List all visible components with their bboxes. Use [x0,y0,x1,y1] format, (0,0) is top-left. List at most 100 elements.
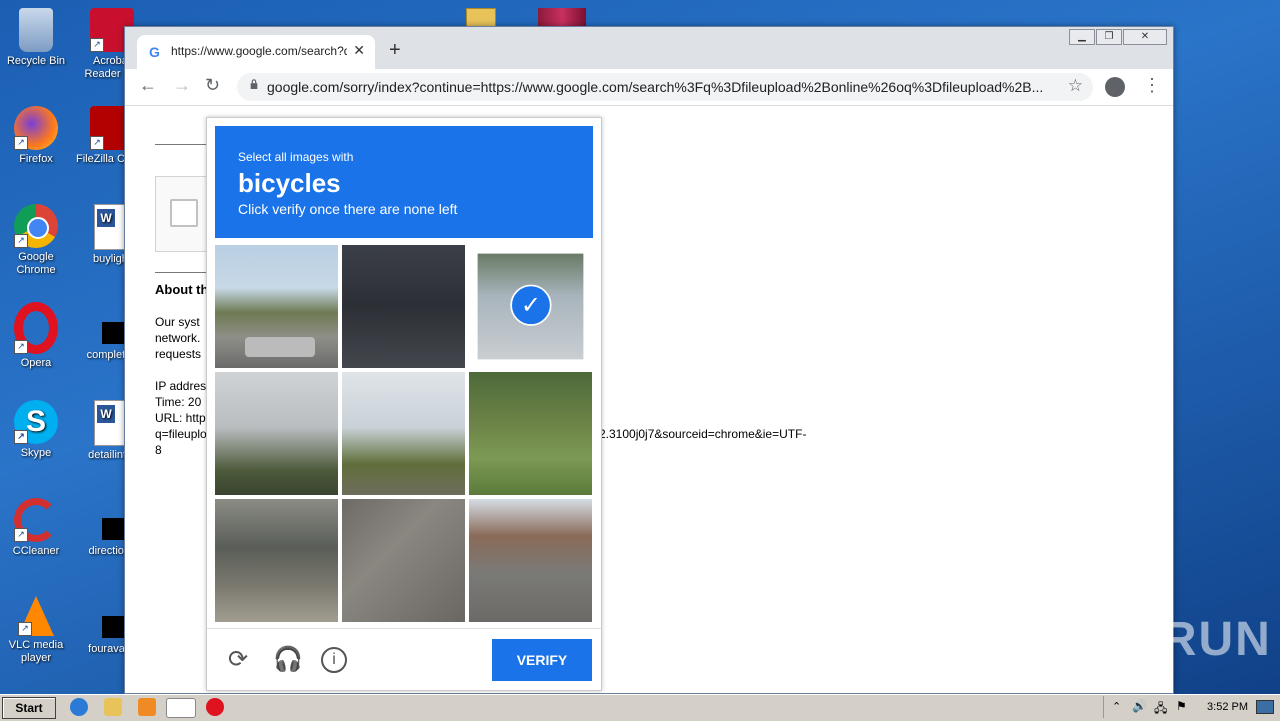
shortcut-arrow-icon: ↗ [14,430,28,444]
bookmark-star-icon[interactable]: ☆ [1068,76,1083,96]
challenge-keyword: bicycles [238,168,341,198]
image-tile[interactable] [215,372,338,495]
image-tile[interactable] [215,245,338,368]
text-line: q=fileuplo [155,427,207,441]
text-line: 8 [155,443,162,457]
car-shape [245,337,315,357]
winrar-icon[interactable] [538,8,586,26]
audio-icon[interactable]: 🎧 [273,647,303,673]
text-line: URL: http [155,411,206,425]
paragraph: Our syst network. requests [155,314,201,362]
image-tile[interactable] [215,499,338,622]
desktop-icon-label: Google Chrome [16,251,56,276]
action-center-flag-icon[interactable]: ⚑ [1176,699,1187,713]
show-desktop-icon[interactable] [1256,700,1274,714]
lock-icon [250,79,258,89]
chrome-taskbar-button[interactable] [166,698,196,718]
desktop-icon-recycle-bin[interactable]: Recycle Bin [0,8,72,68]
desktop-icon-label: CCleaner [12,545,60,557]
desktop-icon-firefox[interactable]: ↗ Firefox [0,106,72,166]
instruction-subtext: Click verify once there are none left [238,201,458,217]
new-tab-icon[interactable]: + [389,39,401,62]
tray-expand-icon[interactable]: ⌃ [1112,700,1121,713]
desktop-icon-vlc[interactable]: ↗ VLC media player [0,596,72,665]
desktop-icon-label: Skype [20,447,52,459]
ie-icon[interactable] [70,698,88,716]
image-tile[interactable] [469,372,592,495]
title-bar: G https://www.google.com/search?q= ✕ + ▁… [125,27,1173,69]
shortcut-arrow-icon: ↗ [14,340,28,354]
verify-button[interactable]: VERIFY [492,639,592,681]
close-tab-icon[interactable]: ✕ [353,42,365,59]
account-icon[interactable] [1105,77,1125,97]
shortcut-arrow-icon: ↗ [14,234,28,248]
taskbar: Start ⌃ 🔊 🖧 ⚑ 3:52 PM [0,694,1280,721]
chrome-icon: ↗ [14,204,58,248]
vlc-icon: ↗ [18,596,54,636]
desktop-icon-ccleaner[interactable]: ↗ CCleaner [0,498,72,558]
challenge-header: Select all images with bicycles Click ve… [215,126,593,238]
url-tail-text: 2.3100j0j7&sourceid=chrome&ie=UTF- [599,427,807,441]
back-icon[interactable]: ← [139,75,157,96]
info-icon[interactable]: i [321,647,347,673]
media-player-icon[interactable] [138,698,156,716]
browser-tab[interactable]: G https://www.google.com/search?q= ✕ [137,35,375,69]
menu-kebab-icon[interactable]: ⋮ [1143,75,1161,96]
browser-toolbar: ← → ↻ google.com/sorry/index?continue=ht… [125,69,1173,106]
firefox-icon: ↗ [14,106,58,150]
url-text: google.com/sorry/index?continue=https://… [267,79,1044,95]
text-line: requests [155,347,202,361]
opera-taskbar-icon[interactable] [206,698,224,716]
shortcut-arrow-icon: ↗ [18,622,32,636]
opera-icon: ↗ [14,302,58,354]
system-tray: ⌃ 🔊 🖧 ⚑ 3:52 PM [1103,696,1280,718]
instruction-text: Select all images with [238,150,354,164]
image-tile-selected[interactable]: ✓ [477,253,584,360]
folder-icon[interactable] [466,8,496,28]
image-grid: ✓ [215,245,593,623]
text-line: Our syst [155,315,200,329]
reload-icon[interactable]: ⟳ [225,647,251,673]
about-heading: About th [155,282,209,297]
desktop-icon-label: Opera [20,357,52,369]
reload-icon[interactable]: ↻ [205,75,220,96]
desktop-icon-opera[interactable]: ↗ Opera [0,302,72,370]
desktop-icon-chrome[interactable]: ↗ Google Chrome [0,204,72,277]
network-icon[interactable]: 🖧 [1154,699,1167,720]
address-bar[interactable]: google.com/sorry/index?continue=https://… [237,73,1093,101]
desktop-icon-label: Recycle Bin [6,55,66,67]
clock[interactable]: 3:52 PM [1207,701,1248,713]
minimize-button[interactable]: ▁ [1069,29,1095,45]
restore-button[interactable]: ❐ [1096,29,1122,45]
shortcut-arrow-icon: ↗ [14,528,28,542]
recycle-bin-icon [19,8,53,52]
checkmark-icon: ✓ [510,284,552,326]
tab-title: https://www.google.com/search?q= [171,44,347,58]
desktop-icon-label: VLC media player [8,639,64,664]
explorer-icon[interactable] [104,698,122,716]
image-tile[interactable] [469,499,592,622]
anyrun-watermark: ANY RUN [1040,613,1272,666]
forward-icon[interactable]: → [173,75,191,96]
close-window-button[interactable]: ✕ [1123,29,1167,45]
shortcut-arrow-icon: ↗ [90,136,104,150]
volume-icon[interactable]: 🔊 [1132,699,1147,713]
text-line: network. [155,331,201,345]
start-button[interactable]: Start [2,697,56,719]
paragraph: IP addres Time: 20 URL: http q=fileuplo … [155,378,207,458]
ccleaner-icon: ↗ [14,498,58,542]
text-line: IP addres [155,379,207,393]
image-tile[interactable] [342,499,465,622]
text-line: Time: 20 [155,395,202,409]
skype-icon: S ↗ [14,400,58,444]
challenge-footer: ⟳ 🎧 i VERIFY [207,628,601,691]
image-tile[interactable] [342,245,465,368]
shortcut-arrow-icon: ↗ [14,136,28,150]
image-tile[interactable] [342,372,465,495]
google-favicon-icon: G [149,44,160,60]
recaptcha-checkbox[interactable] [170,199,198,227]
start-label: Start [15,701,43,715]
desktop-icon-skype[interactable]: S ↗ Skype [0,400,72,460]
shortcut-arrow-icon: ↗ [90,38,104,52]
desktop-icon-label: FileZilla Client [76,153,124,165]
